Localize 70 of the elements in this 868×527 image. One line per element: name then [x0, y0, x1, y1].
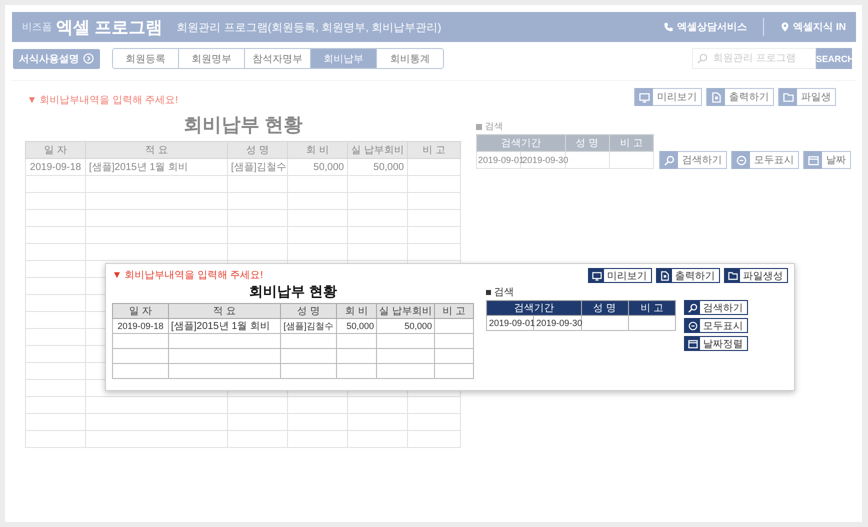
toolbar-button[interactable]: 미리보기 — [634, 88, 702, 106]
table-title: 회비납부 현황 — [248, 283, 338, 301]
table-cell: 50,000 — [313, 162, 344, 172]
toolbar-button[interactable]: 출력하기 — [706, 88, 774, 106]
column-header: 성 명 — [228, 142, 288, 158]
column-header: 비 고 — [408, 142, 460, 158]
pin-icon — [780, 22, 790, 32]
column-header: 적 요 — [86, 142, 228, 158]
search-icon — [664, 154, 674, 166]
table-cell: 50,000 — [346, 321, 374, 331]
column-header: 일 자 — [112, 304, 168, 318]
table-cell: 50,000 — [404, 321, 432, 331]
column-header: 성 명 — [581, 300, 628, 316]
column-header: 적 요 — [168, 304, 280, 318]
table-cell: [샘플]2015년 1월 회비 — [89, 162, 188, 173]
search-icon — [688, 302, 698, 312]
action-button[interactable]: 날짜 — [803, 151, 851, 169]
circle-icon — [688, 320, 698, 330]
search-icon — [697, 53, 708, 64]
subtitle: 회원관리 프로그램(회원등록, 회원명부, 회비납부관리) — [176, 20, 442, 34]
table-cell: [샘플]2015년 1월 회비 — [171, 321, 270, 332]
action-button[interactable]: 검색하기 — [684, 300, 748, 315]
table-title: 회비납부 현황 — [182, 114, 304, 138]
section-label: 검색 — [476, 120, 856, 133]
monitor-icon — [592, 270, 602, 280]
calendar-icon — [808, 154, 818, 166]
table-cell: 50,000 — [373, 162, 404, 172]
toolbar-button[interactable]: 출력하기 — [656, 268, 720, 283]
tab[interactable]: 회원등록 — [113, 49, 179, 68]
toolbar-button[interactable]: 파일생성 — [724, 268, 788, 283]
action-button[interactable]: 모두표시 — [684, 318, 748, 333]
column-header: 일 자 — [26, 142, 86, 158]
column-header: 회 비 — [288, 142, 348, 158]
folder-icon — [728, 270, 738, 280]
table-cell: 2019-09-18 — [30, 162, 82, 172]
section-label: 검색 — [486, 285, 788, 299]
date-cell: 2019-09-30 — [522, 155, 568, 165]
monitor-icon — [638, 92, 650, 102]
date-cell: 2019-09-01 — [478, 155, 524, 165]
action-button[interactable]: 모두표시 — [731, 151, 799, 169]
date-cell: 2019-09-01 — [489, 318, 536, 328]
date-cell: 2019-09-30 — [536, 318, 582, 328]
table-cell: [샘플]김철수 — [231, 162, 287, 173]
table-cell: 2019-09-18 — [117, 321, 164, 331]
column-header: 비 고 — [434, 304, 474, 318]
phone-icon — [664, 22, 674, 32]
toolbar-button[interactable]: 미리보기 — [588, 268, 652, 283]
column-header: 성 명 — [565, 134, 610, 152]
action-button[interactable]: 날짜정렬 — [684, 336, 748, 351]
table-cell: [샘플]김철수 — [283, 320, 334, 330]
brand-small: 비즈폼 — [22, 21, 52, 34]
column-header: 비 고 — [609, 134, 654, 152]
column-header: 검색기간 — [486, 300, 581, 316]
column-header: 성 명 — [280, 304, 336, 318]
column-header: 비 고 — [628, 300, 676, 316]
column-header: 회 비 — [336, 304, 376, 318]
folder-icon — [782, 92, 794, 102]
calendar-icon — [688, 338, 698, 348]
document-icon — [660, 270, 670, 280]
circle-icon — [736, 154, 746, 166]
document-icon — [710, 92, 722, 102]
notice-text: ▼ 회비납부내역을 입력해 주세요! — [112, 269, 264, 282]
column-header: 실 납부회비 — [376, 304, 434, 318]
column-header: 검색기간 — [476, 134, 565, 152]
brand-title: 엑셀 프로그램 — [56, 16, 163, 38]
column-header: 실 납부회비 — [348, 142, 408, 158]
arrow-circle-icon — [83, 53, 94, 64]
action-button[interactable]: 검색하기 — [659, 151, 727, 169]
toolbar-button[interactable]: 파일생 — [778, 88, 836, 106]
notice-text: ▼ 회비납부내역을 입력해 주세요! — [27, 94, 180, 107]
